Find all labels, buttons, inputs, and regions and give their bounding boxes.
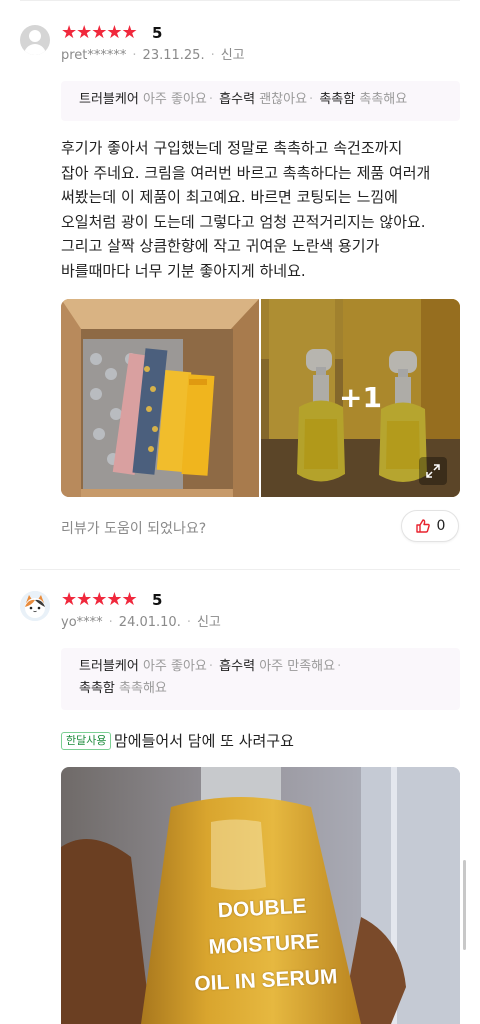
reviewer-name: yo**** [61, 615, 103, 630]
review-date: 23.11.25. [142, 48, 205, 63]
review-attributes: 트러블케어 아주 좋아요 · 흡수력 아주 만족해요 · 촉촉함 촉촉해요 [61, 648, 460, 710]
review-text: 맘에들어서 담에 또 사려구요 [114, 732, 294, 750]
more-photos-count: +1 [339, 381, 382, 414]
reviewer-name: pret****** [61, 48, 127, 63]
review-meta: pret****** · 23.11.25. · 신고 [61, 48, 245, 63]
expand-icon[interactable] [419, 457, 447, 485]
review-photo[interactable]: DOUBLE MOISTURE OIL IN SERUM [61, 767, 460, 1024]
helpful-question: 리뷰가 도움이 되었나요? [61, 521, 207, 537]
attr-key: 촉촉함 [79, 681, 115, 696]
review-date: 24.01.10. [118, 615, 181, 630]
review-meta: yo**** · 24.01.10. · 신고 [61, 615, 221, 630]
top-divider [20, 0, 460, 1]
attr-key: 흡수력 [219, 92, 256, 107]
usage-badge: 한달사용 [61, 732, 112, 750]
attr-value: 아주 만족해요 [259, 659, 336, 674]
review-photo[interactable] [61, 299, 259, 497]
attr-value: 아주 좋아요 [142, 92, 207, 107]
star-rating: ★★★★★ [61, 22, 138, 43]
bottle-label: DOUBLE MOISTURE OIL IN SERUM [193, 894, 338, 996]
review-divider [20, 569, 460, 570]
attr-value: 촉촉해요 [119, 681, 167, 696]
attr-value: 괜찮아요 [259, 92, 308, 107]
review-text: 후기가 좋아서 구입했는데 정말로 촉촉하고 속건조까지 잡아 주네요. 크림을… [61, 139, 431, 280]
scrollbar[interactable] [463, 860, 466, 950]
report-link[interactable]: 신고 [197, 615, 221, 630]
attr-value: 아주 좋아요 [142, 659, 207, 674]
attr-key: 트러블케어 [79, 92, 139, 107]
review-attributes: 트러블케어 아주 좋아요 · 흡수력 괜찮아요 · 촉촉함 촉촉해요 [61, 81, 460, 121]
star-rating: ★★★★★ [61, 589, 138, 610]
attr-key: 촉촉함 [319, 92, 356, 107]
like-count: 0 [436, 518, 446, 534]
review-photos[interactable]: +1 [61, 299, 460, 497]
report-link[interactable]: 신고 [221, 48, 245, 63]
attr-key: 트러블케어 [79, 659, 139, 674]
thumbs-up-icon [415, 519, 430, 533]
review-photo[interactable]: +1 [261, 299, 460, 497]
attr-value: 촉촉해요 [359, 92, 408, 107]
avatar [20, 591, 50, 621]
rating-score: 5 [152, 591, 163, 609]
avatar [20, 25, 50, 55]
like-button[interactable]: 0 [401, 510, 459, 542]
attr-key: 흡수력 [219, 659, 256, 674]
rating-score: 5 [152, 24, 163, 42]
